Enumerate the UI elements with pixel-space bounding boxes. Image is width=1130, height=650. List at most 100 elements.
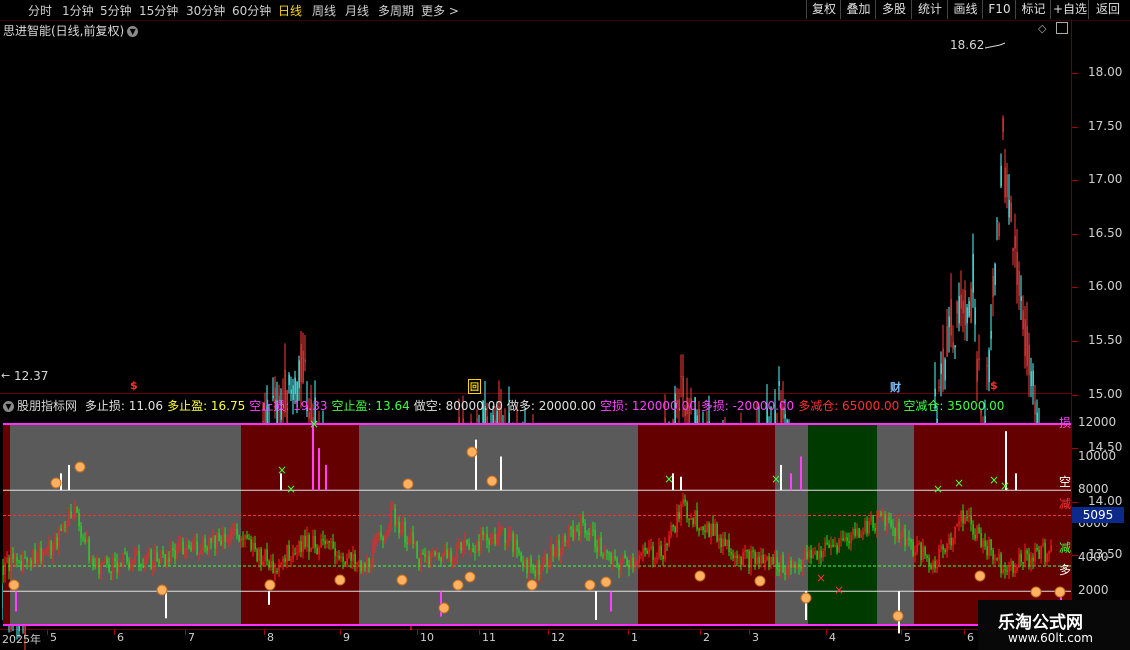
candle-body bbox=[1012, 248, 1014, 251]
osc-body bbox=[270, 560, 272, 568]
event-marker-1[interactable]: 回 bbox=[468, 379, 482, 394]
osc-body bbox=[940, 545, 942, 549]
osc-body bbox=[738, 557, 740, 559]
osc-body bbox=[386, 535, 388, 537]
osc-body bbox=[764, 559, 766, 564]
event-marker-2[interactable]: 财 bbox=[890, 379, 901, 395]
osc-body bbox=[40, 547, 42, 562]
osc-body bbox=[550, 544, 552, 565]
spike-bar bbox=[475, 439, 477, 491]
osc-body bbox=[272, 560, 274, 573]
osc-body bbox=[44, 551, 46, 553]
osc-body bbox=[628, 566, 630, 569]
osc-body bbox=[632, 557, 634, 566]
osc-body bbox=[322, 538, 324, 541]
osc-body bbox=[792, 566, 794, 568]
osc-body bbox=[46, 550, 48, 552]
osc-body bbox=[150, 549, 152, 569]
osc-body bbox=[984, 540, 986, 547]
osc-body bbox=[198, 553, 200, 555]
hand-pointer-icon bbox=[526, 579, 538, 591]
osc-body bbox=[20, 560, 22, 570]
osc-body bbox=[454, 558, 456, 560]
osc-body bbox=[396, 522, 398, 525]
osc-body bbox=[594, 530, 596, 548]
osc-body bbox=[1038, 549, 1040, 559]
osc-body bbox=[936, 566, 938, 569]
event-marker-0[interactable]: $ bbox=[130, 379, 138, 392]
osc-body bbox=[686, 502, 688, 519]
osc-body bbox=[82, 537, 84, 539]
osc-body bbox=[470, 548, 472, 550]
hand-pointer-icon bbox=[694, 570, 706, 582]
osc-body bbox=[512, 533, 514, 552]
candle-body bbox=[968, 301, 970, 317]
osc-body bbox=[448, 551, 450, 558]
osc-body bbox=[534, 570, 536, 577]
osc-body bbox=[498, 529, 500, 539]
osc-body bbox=[122, 552, 124, 567]
price-tick bbox=[1072, 501, 1078, 503]
osc-body bbox=[942, 545, 944, 550]
osc-body bbox=[128, 562, 130, 569]
osc-body bbox=[716, 524, 718, 542]
osc-body bbox=[904, 528, 906, 546]
osc-body bbox=[688, 518, 690, 520]
osc-body bbox=[108, 563, 110, 572]
osc-body bbox=[758, 556, 760, 564]
candle-body bbox=[956, 301, 958, 314]
osc-body bbox=[488, 540, 490, 545]
osc-body bbox=[922, 546, 924, 560]
osc-body bbox=[710, 523, 712, 538]
chevron-down-icon[interactable]: ▼ bbox=[3, 401, 14, 412]
candle-body bbox=[998, 223, 1000, 237]
osc-body bbox=[724, 538, 726, 546]
osc-body bbox=[292, 553, 294, 560]
osc-body bbox=[996, 558, 998, 560]
osc-body bbox=[736, 555, 738, 559]
osc-body bbox=[434, 552, 436, 556]
candle-body bbox=[1028, 344, 1030, 375]
osc-body bbox=[638, 555, 640, 563]
osc-body bbox=[690, 517, 692, 520]
osc-body bbox=[978, 527, 980, 533]
event-marker-3[interactable]: $ bbox=[990, 379, 998, 392]
osc-body bbox=[544, 554, 546, 560]
osc-body bbox=[980, 532, 982, 547]
osc-body bbox=[810, 549, 812, 559]
osc-body bbox=[528, 558, 530, 574]
osc-body bbox=[90, 558, 92, 561]
candle-body bbox=[972, 254, 974, 293]
candle-body bbox=[992, 276, 994, 297]
candle-body bbox=[966, 307, 968, 324]
osc-body bbox=[136, 551, 138, 555]
osc-body bbox=[118, 563, 120, 573]
watermark-title: 乐淘公式网 bbox=[998, 613, 1083, 633]
osc-body bbox=[18, 560, 20, 562]
osc-body bbox=[888, 517, 890, 521]
osc-body bbox=[164, 554, 166, 567]
indicator-param-9: 空减仓: 35000.00 bbox=[903, 399, 1005, 413]
indicator-param-0: 多止损: 11.06 bbox=[84, 399, 164, 413]
osc-body bbox=[1010, 561, 1012, 565]
side-label-1: 空 bbox=[1059, 475, 1072, 489]
osc-body bbox=[402, 521, 404, 529]
osc-body bbox=[138, 551, 140, 565]
osc-body bbox=[836, 545, 838, 553]
osc-body bbox=[664, 543, 666, 560]
osc-body bbox=[2, 566, 4, 575]
osc-body bbox=[530, 558, 532, 567]
osc-body bbox=[812, 554, 814, 559]
osc-body bbox=[566, 542, 568, 544]
dip-bar bbox=[165, 591, 167, 619]
price-tick bbox=[1072, 73, 1078, 74]
osc-body bbox=[1040, 545, 1042, 559]
osc-body bbox=[990, 539, 992, 551]
osc-body bbox=[10, 553, 12, 571]
osc-body bbox=[114, 558, 116, 562]
osc-body bbox=[130, 564, 132, 569]
osc-body bbox=[282, 558, 284, 563]
osc-body bbox=[30, 560, 32, 566]
osc-body bbox=[214, 535, 216, 549]
osc-body bbox=[906, 538, 908, 546]
